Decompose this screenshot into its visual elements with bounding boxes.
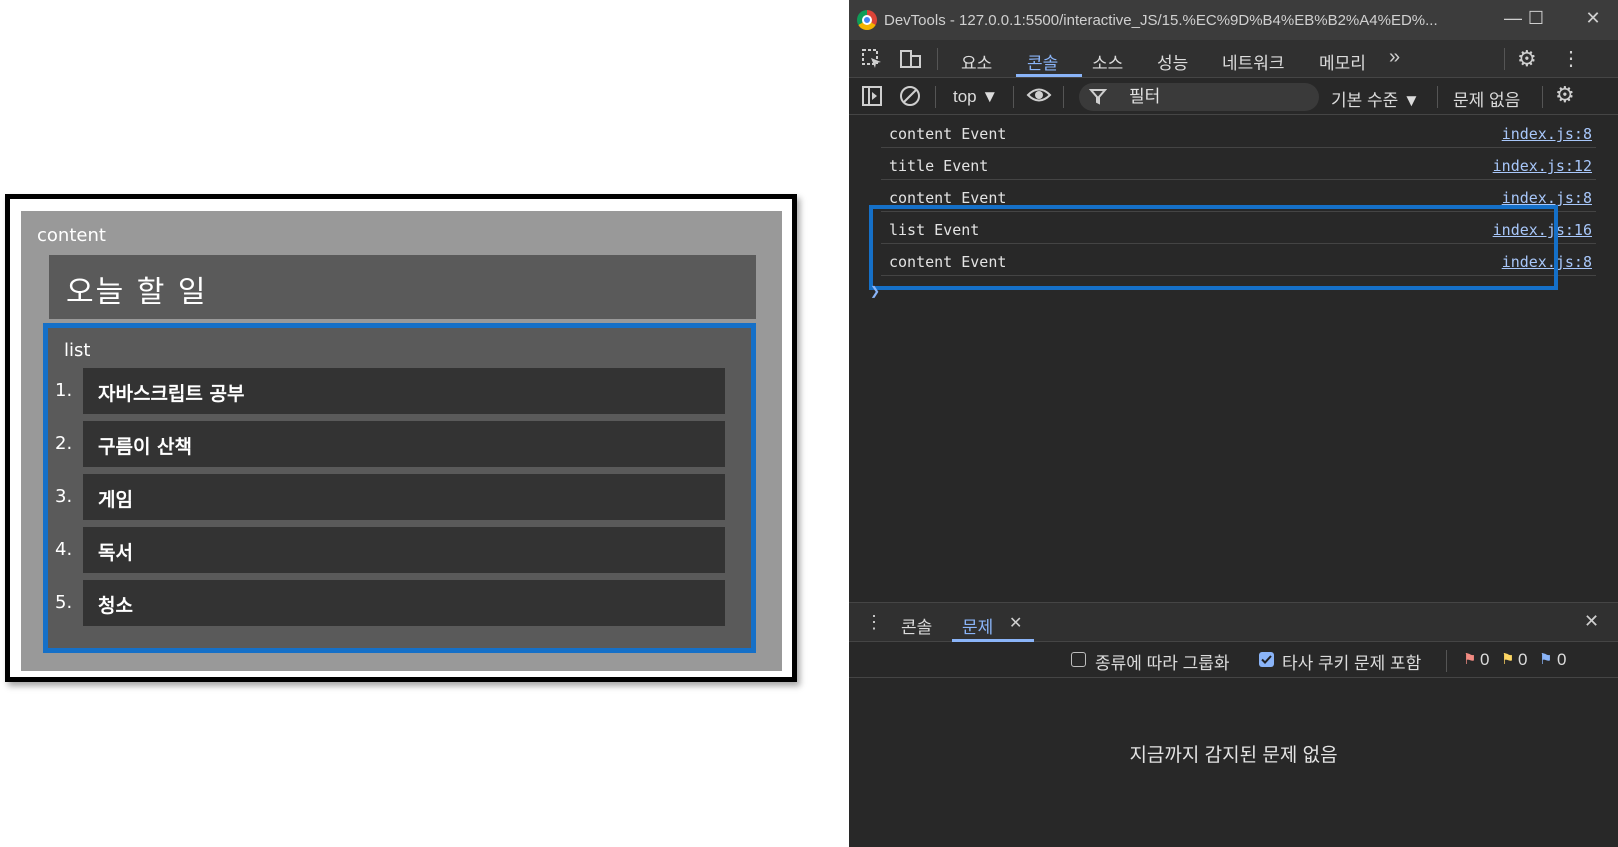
info-flag-icon: ⚑ bbox=[1539, 651, 1553, 668]
toolbar-divider bbox=[937, 48, 938, 70]
console-toolbar: top ▼ 기본 수준 ▼ 문제 없음 ⚙ bbox=[849, 78, 1618, 115]
log-source-link[interactable]: index.js:12 bbox=[1493, 157, 1592, 175]
main-tabbar: 요소 콘솔 소스 성능 네트워크 메모리 » ⚙ ⋮ bbox=[849, 40, 1618, 78]
list-item-bar[interactable]: 게임 bbox=[83, 474, 725, 520]
list-item-number: 5. bbox=[55, 592, 73, 613]
more-options-icon[interactable]: ⋮ bbox=[1561, 46, 1581, 71]
window-title: DevTools - 127.0.0.1:5500/interactive_JS… bbox=[884, 12, 1438, 29]
log-levels-dropdown[interactable]: 기본 수준 ▼ bbox=[1331, 86, 1420, 111]
info-count: 0 bbox=[1557, 650, 1567, 669]
list-item-text: 청소 bbox=[98, 595, 133, 617]
close-drawer-icon[interactable]: ✕ bbox=[1584, 611, 1599, 632]
close-tab-icon[interactable]: ✕ bbox=[1009, 613, 1022, 633]
toolbar-divider bbox=[1542, 86, 1543, 108]
warning-flag-icon: ⚑ bbox=[1501, 651, 1515, 668]
third-party-cookie-label: 타사 쿠키 문제 포함 bbox=[1282, 654, 1422, 673]
issues-empty-message: 지금까지 감지된 문제 없음 bbox=[1129, 745, 1338, 766]
maximize-icon[interactable]: ☐ bbox=[1521, 8, 1551, 32]
issues-status-button[interactable]: 문제 없음 bbox=[1453, 86, 1520, 111]
toolbar-divider bbox=[1504, 48, 1505, 70]
console-log-row[interactable]: content Event index.js:8 bbox=[881, 116, 1596, 148]
log-source-link[interactable]: index.js:8 bbox=[1502, 125, 1592, 143]
list-item-text: 구름이 산책 bbox=[98, 436, 193, 458]
console-log-row[interactable]: title Event index.js:12 bbox=[881, 148, 1596, 180]
list-item[interactable]: 5. 청소 bbox=[55, 580, 725, 626]
log-message: content Event bbox=[889, 125, 1007, 143]
devtools-window: DevTools - 127.0.0.1:5500/interactive_JS… bbox=[849, 0, 1618, 847]
content-label: content bbox=[37, 225, 106, 246]
error-flag-icon: ⚑ bbox=[1463, 651, 1477, 668]
tab-console[interactable]: 콘솔 bbox=[1027, 49, 1058, 74]
list-item-bar[interactable]: 독서 bbox=[83, 527, 725, 573]
list-item[interactable]: 2. 구름이 산책 bbox=[55, 421, 725, 467]
tab-elements[interactable]: 요소 bbox=[961, 49, 992, 74]
list-item-text: 독서 bbox=[98, 542, 133, 564]
list-item-text: 게임 bbox=[98, 489, 133, 511]
filter-input[interactable] bbox=[1079, 83, 1319, 111]
tab-performance[interactable]: 성능 bbox=[1157, 49, 1188, 74]
group-by-kind-label: 종류에 따라 그룹화 bbox=[1095, 654, 1230, 673]
window-titlebar[interactable]: DevTools - 127.0.0.1:5500/interactive_JS… bbox=[849, 0, 1618, 40]
issues-toolbar: 종류에 따라 그룹화 타사 쿠키 문제 포함 ⚑ 0 ⚑ 0 ⚑ 0 bbox=[849, 642, 1618, 678]
list-item-text: 자바스크립트 공부 bbox=[98, 383, 245, 405]
toolbar-divider bbox=[1013, 86, 1014, 108]
content-container[interactable]: content 오늘 할 일 list 1. 자바스크립트 공부 2. 구름이 … bbox=[21, 211, 782, 671]
list-item-bar[interactable]: 자바스크립트 공부 bbox=[83, 368, 725, 414]
tab-network[interactable]: 네트워크 bbox=[1222, 49, 1285, 74]
log-message: title Event bbox=[889, 157, 989, 175]
close-window-icon[interactable]: ✕ bbox=[1578, 8, 1608, 32]
toolbar-divider bbox=[1063, 86, 1064, 108]
drawer-tab-issues[interactable]: 문제 bbox=[962, 613, 993, 638]
clear-console-icon[interactable] bbox=[899, 85, 921, 112]
device-toolbar-icon[interactable] bbox=[899, 48, 923, 75]
console-settings-gear-icon[interactable]: ⚙ bbox=[1555, 82, 1575, 108]
page-title: 오늘 할 일 bbox=[66, 275, 208, 310]
list-item[interactable]: 1. 자바스크립트 공부 bbox=[55, 368, 725, 414]
highlight-box bbox=[869, 205, 1558, 290]
active-tab-indicator bbox=[1016, 74, 1082, 77]
inspect-element-icon[interactable] bbox=[861, 48, 883, 75]
live-expression-eye-icon[interactable] bbox=[1026, 84, 1052, 111]
settings-gear-icon[interactable]: ⚙ bbox=[1517, 46, 1537, 72]
group-by-kind-checkbox[interactable] bbox=[1071, 652, 1086, 667]
warning-count: 0 bbox=[1518, 650, 1528, 669]
toolbar-divider bbox=[1437, 86, 1438, 108]
toolbar-divider bbox=[1446, 650, 1447, 672]
drawer-tabbar: ⋮ 콘솔 문제 ✕ ✕ bbox=[849, 602, 1618, 642]
list-item-number: 4. bbox=[55, 539, 73, 560]
console-prompt-caret-icon[interactable]: ❯ bbox=[870, 284, 880, 298]
list-container[interactable]: list 1. 자바스크립트 공부 2. 구름이 산책 3. 게임 4. 독서 … bbox=[43, 323, 756, 653]
error-count: 0 bbox=[1480, 650, 1490, 669]
drawer-tab-console[interactable]: 콘솔 bbox=[901, 613, 932, 638]
console-log-area[interactable]: content Event index.js:8 title Event ind… bbox=[849, 116, 1618, 602]
chrome-logo-icon bbox=[857, 10, 877, 30]
title-container[interactable]: 오늘 할 일 bbox=[49, 255, 756, 319]
third-party-cookie-checkbox[interactable] bbox=[1259, 652, 1274, 667]
list-item-bar[interactable]: 청소 bbox=[83, 580, 725, 626]
drawer-menu-icon[interactable]: ⋮ bbox=[865, 612, 883, 633]
list-item-bar[interactable]: 구름이 산책 bbox=[83, 421, 725, 467]
page-preview: content 오늘 할 일 list 1. 자바스크립트 공부 2. 구름이 … bbox=[5, 194, 797, 682]
filter-funnel-icon bbox=[1088, 87, 1108, 110]
list-item-number: 1. bbox=[55, 380, 73, 401]
toolbar-divider bbox=[935, 86, 936, 108]
tab-sources[interactable]: 소스 bbox=[1092, 49, 1123, 74]
tab-memory[interactable]: 메모리 bbox=[1319, 49, 1366, 74]
list-item-number: 3. bbox=[55, 486, 73, 507]
more-tabs-icon[interactable]: » bbox=[1389, 46, 1400, 69]
list-item-number: 2. bbox=[55, 433, 73, 454]
list-item[interactable]: 3. 게임 bbox=[55, 474, 725, 520]
sidebar-toggle-icon[interactable] bbox=[861, 85, 883, 112]
list-label: list bbox=[64, 340, 91, 361]
list-item[interactable]: 4. 독서 bbox=[55, 527, 725, 573]
context-selector[interactable]: top ▼ bbox=[953, 87, 998, 107]
